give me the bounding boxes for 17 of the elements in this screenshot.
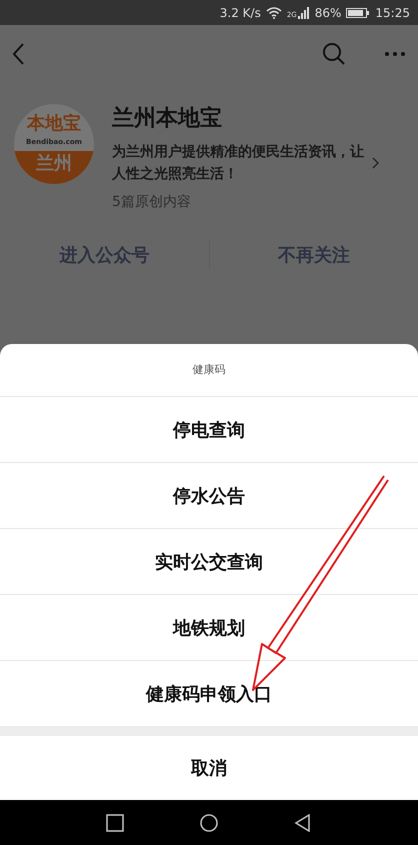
wifi-icon	[266, 6, 282, 18]
back-button[interactable]	[12, 42, 26, 64]
sheet-title: 健康码	[192, 362, 226, 378]
home-button[interactable]	[200, 814, 218, 832]
network-speed: 3.2 K/s	[220, 6, 261, 20]
account-description: 为兰州用户提供精准的便民生活资讯，让人性之光照亮生活！	[112, 142, 365, 184]
clock-time: 15:25	[375, 6, 410, 20]
back-nav-button[interactable]	[294, 814, 312, 832]
signal-icon	[298, 7, 310, 19]
battery-icon	[346, 6, 370, 18]
account-name: 兰州本地宝	[112, 104, 223, 133]
chevron-right-icon	[372, 157, 380, 169]
search-button[interactable]	[322, 42, 346, 66]
recents-button[interactable]	[106, 814, 124, 832]
more-button[interactable]	[384, 50, 406, 56]
article-count: 5篇原创内容	[112, 193, 192, 211]
battery-level: 86%	[314, 6, 342, 20]
